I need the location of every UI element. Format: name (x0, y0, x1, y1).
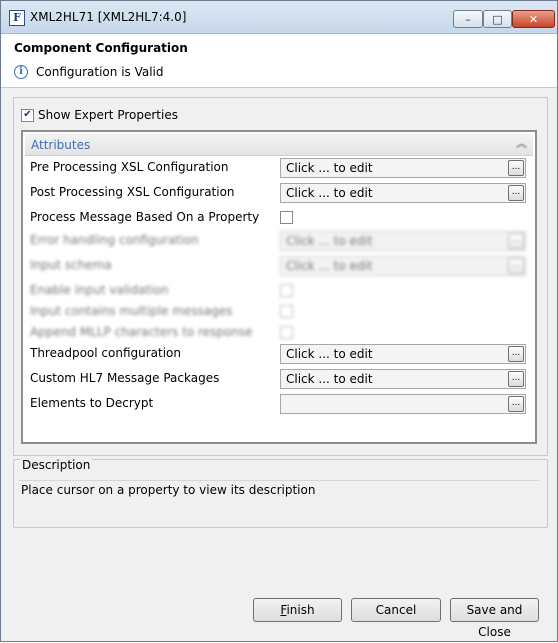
info-icon: i (14, 65, 28, 79)
property-label: Input contains multiple messages (30, 304, 233, 318)
edit-ellipsis-button[interactable]: ... (508, 396, 524, 412)
config-header: Component Configuration i Configuration … (1, 34, 557, 88)
description-text: Place cursor on a property to view its d… (21, 483, 316, 497)
property-row: Custom HL7 Message Packages Click ... to … (23, 367, 535, 391)
minimize-button[interactable]: – (453, 10, 483, 28)
property-value-field[interactable]: Click ... to edit... (280, 344, 526, 364)
show-expert-checkbox[interactable]: ✔ (21, 108, 34, 122)
property-checkbox[interactable] (280, 211, 293, 224)
property-value-field[interactable]: Click ... to edit... (280, 231, 526, 251)
edit-ellipsis-button[interactable]: ... (508, 371, 524, 387)
property-label: Input schema (30, 258, 112, 272)
property-label: Append MLLP characters to response (30, 325, 253, 339)
property-row: Elements to Decrypt... (23, 392, 535, 416)
show-expert-label: Show Expert Properties (38, 108, 178, 122)
property-value: Click ... to edit (286, 347, 373, 361)
property-row: Process Message Based On a Property (23, 206, 535, 230)
property-value: Click ... to edit (286, 161, 373, 175)
property-value-field[interactable]: Click ... to edit... (280, 369, 526, 389)
close-button[interactable]: ✕ (512, 10, 555, 28)
property-value: Click ... to edit (286, 234, 373, 248)
cancel-button[interactable]: Cancel (351, 598, 441, 622)
edit-ellipsis-button[interactable]: ... (508, 185, 524, 201)
property-value: Click ... to edit (286, 186, 373, 200)
description-title: Description (20, 458, 93, 472)
property-label: Custom HL7 Message Packages (30, 371, 220, 385)
collapse-icon[interactable]: ︽ (516, 136, 527, 152)
finish-button[interactable]: Finish (253, 598, 342, 622)
property-row: Input schema Click ... to edit... (23, 254, 535, 278)
property-label: Threadpool configuration (30, 346, 182, 360)
properties-panel: ✔ Show Expert Properties Attributes ︽ Pr… (13, 97, 548, 456)
save-and-close-button[interactable]: Save and Close (450, 598, 539, 639)
edit-ellipsis-button[interactable]: ... (508, 346, 524, 362)
property-checkbox[interactable] (280, 326, 293, 339)
attributes-section: Attributes ︽ Pre Processing XSL Configur… (21, 130, 537, 444)
maximize-button[interactable]: □ (483, 10, 512, 28)
property-label: Process Message Based On a Property (30, 210, 260, 224)
title-bar[interactable]: F XML2HL71 [XML2HL7:4.0] – □ ✕ (1, 1, 557, 34)
property-value: Click ... to edit (286, 259, 373, 273)
app-icon: F (9, 10, 25, 26)
edit-ellipsis-button[interactable]: ... (508, 233, 524, 249)
validation-status: Configuration is Valid (36, 65, 164, 79)
property-row: Threadpool configuration Click ... to edi… (23, 342, 535, 366)
property-value-field[interactable]: Click ... to edit... (280, 256, 526, 276)
edit-ellipsis-button[interactable]: ... (508, 258, 524, 274)
attributes-header[interactable]: Attributes ︽ (25, 134, 533, 156)
property-value-field[interactable]: ... (280, 394, 526, 414)
property-value-field[interactable]: Click ... to edit... (280, 158, 526, 178)
property-label: Enable input validation (30, 283, 169, 297)
property-row: Pre Processing XSL Configuration Click ..… (23, 156, 535, 180)
property-label: Elements to Decrypt (30, 396, 154, 410)
property-value: Click ... to edit (286, 372, 373, 386)
dialog-window: F XML2HL71 [XML2HL7:4.0] – □ ✕ Component… (0, 0, 558, 642)
description-group: Description Place cursor on a property t… (13, 458, 548, 528)
property-row: Post Processing XSL Configuration Click .… (23, 181, 535, 205)
property-label: Error handling configuration (30, 233, 199, 247)
window-title: XML2HL71 [XML2HL7:4.0] (30, 10, 187, 24)
show-expert-row[interactable]: ✔ Show Expert Properties (21, 108, 178, 122)
property-checkbox[interactable] (280, 305, 293, 318)
attributes-title: Attributes (31, 138, 91, 152)
description-divider (19, 480, 539, 481)
edit-ellipsis-button[interactable]: ... (508, 160, 524, 176)
property-label: Pre Processing XSL Configuration (30, 160, 229, 174)
property-checkbox[interactable] (280, 284, 293, 297)
property-value-field[interactable]: Click ... to edit... (280, 183, 526, 203)
property-label: Post Processing XSL Configuration (30, 185, 235, 199)
page-title: Component Configuration (14, 41, 188, 55)
property-row: Error handling configuration Click ... to… (23, 229, 535, 253)
